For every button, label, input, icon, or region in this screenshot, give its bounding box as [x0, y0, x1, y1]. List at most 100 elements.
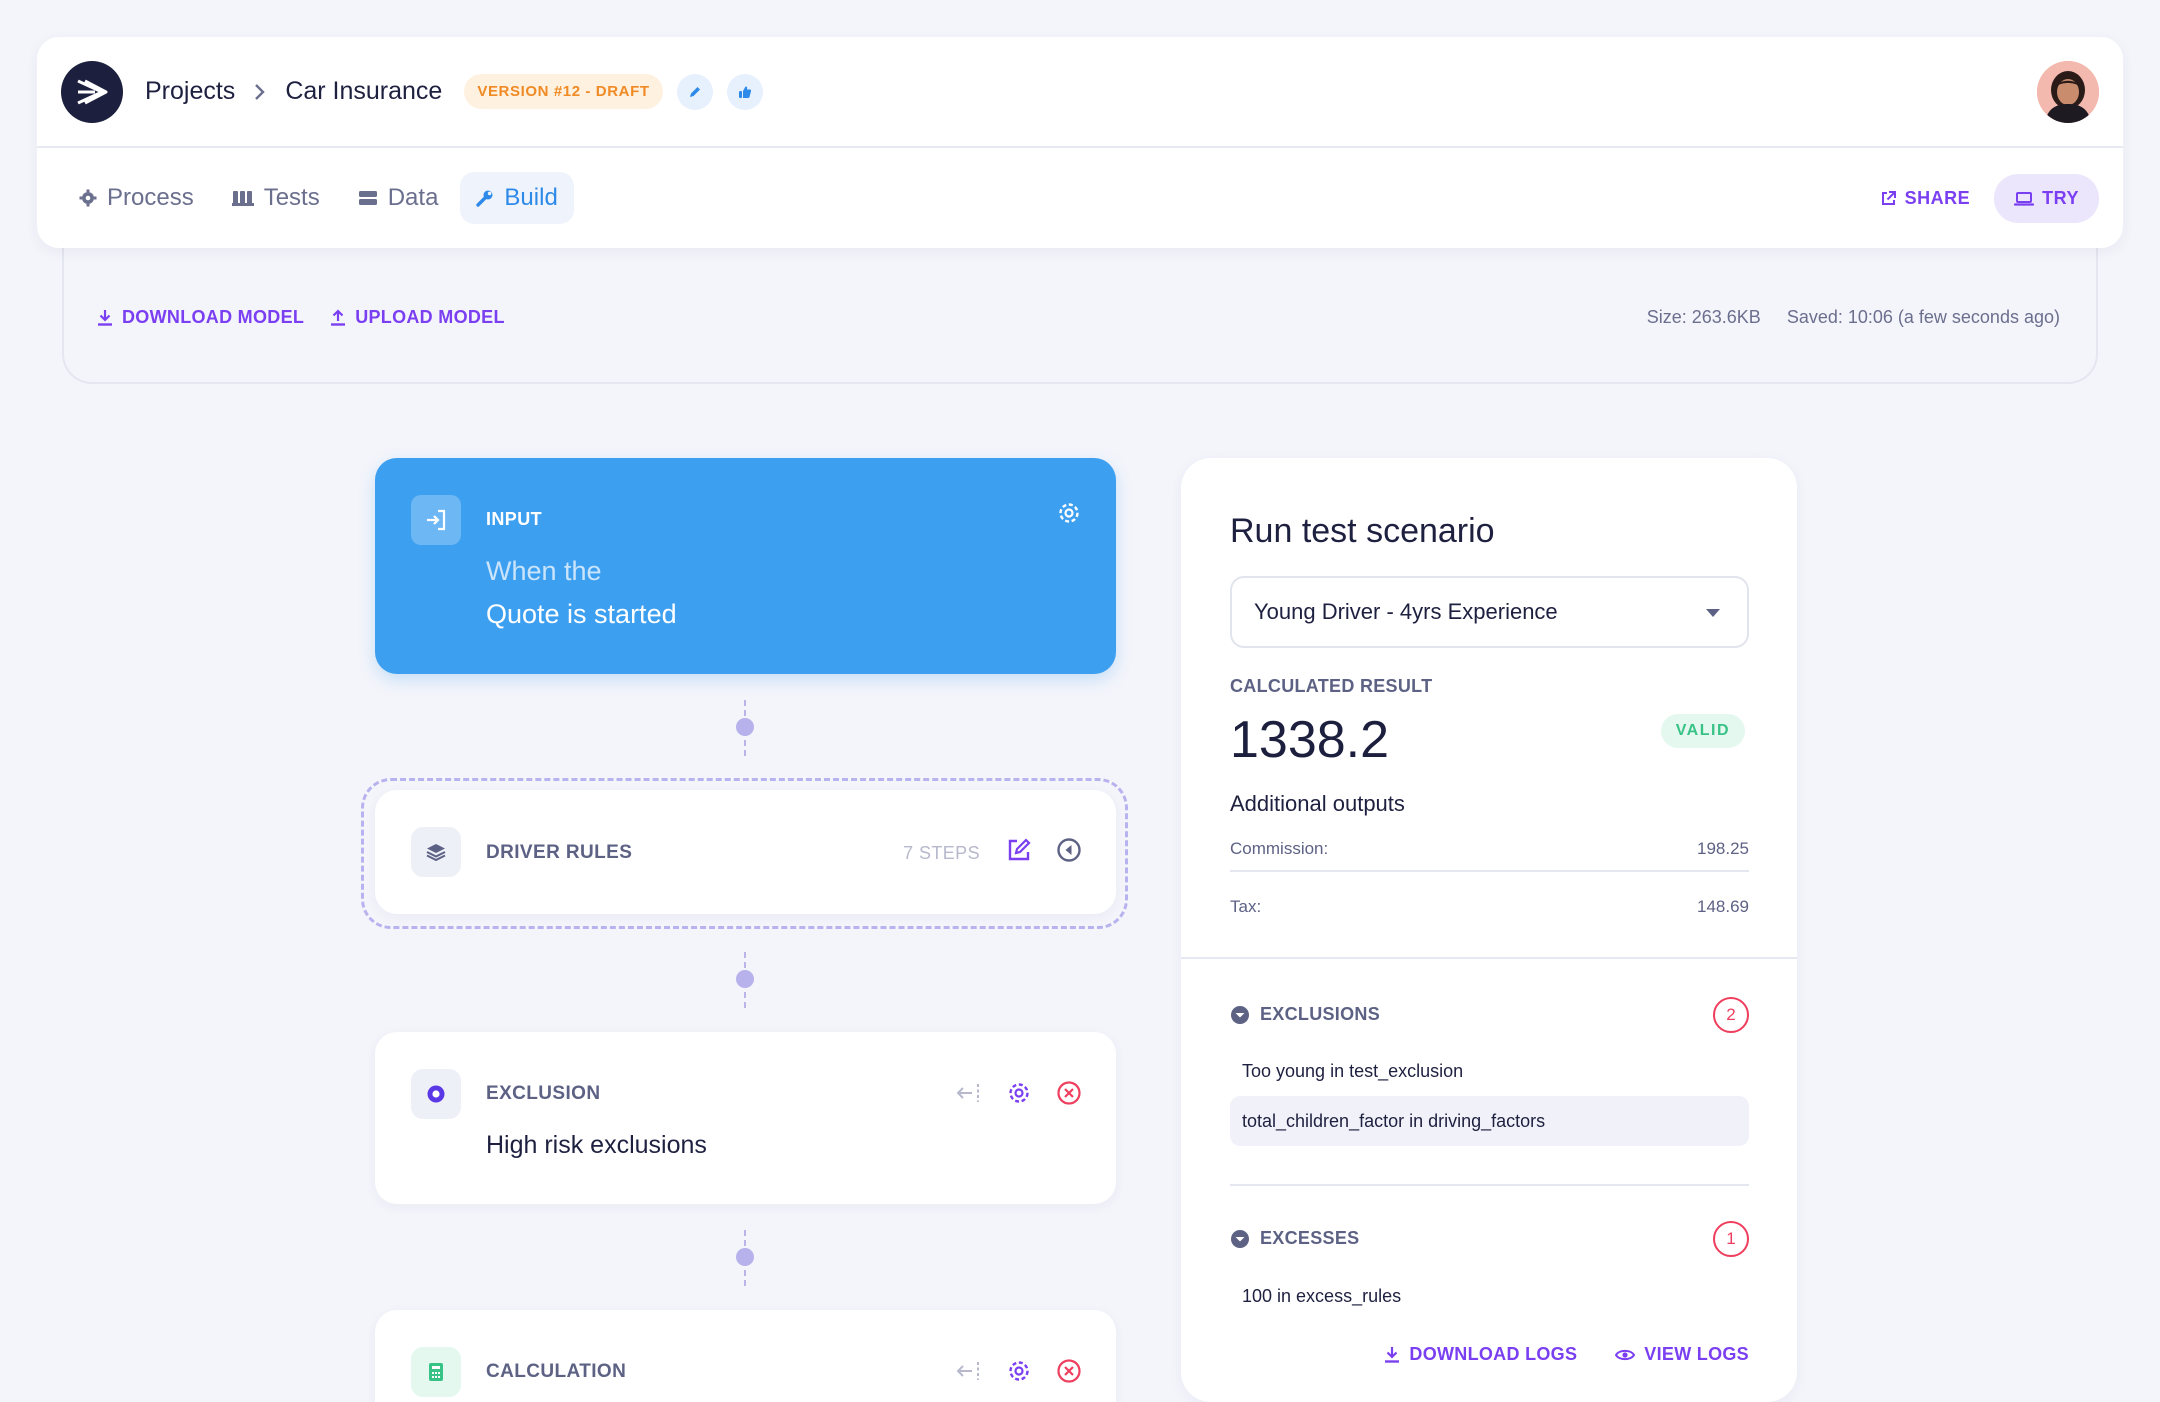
download-logs-button[interactable]: DOWNLOAD LOGS	[1384, 1344, 1577, 1365]
excesses-section-toggle[interactable]: EXCESSES	[1230, 1228, 1359, 1249]
status-badge: VALID	[1660, 714, 1745, 748]
external-link-icon	[1881, 191, 1896, 205]
try-button[interactable]: TRY	[1994, 174, 2099, 223]
input-settings-button[interactable]	[1056, 500, 1082, 531]
move-step-button[interactable]	[956, 1360, 982, 1382]
laptop-icon	[2014, 191, 2035, 206]
logs-actions: DOWNLOAD LOGS VIEW LOGS	[1384, 1344, 1749, 1365]
header-card: Projects Car Insurance VERSION #12 - DRA…	[37, 37, 2123, 248]
remove-calculation-button[interactable]	[1056, 1358, 1082, 1384]
excesses-label: EXCESSES	[1260, 1228, 1360, 1248]
version-badge: VERSION #12 - DRAFT	[464, 74, 663, 109]
arrow-left-bar-icon	[956, 1362, 979, 1380]
view-logs-button[interactable]: VIEW LOGS	[1615, 1344, 1749, 1365]
add-step-dot[interactable]	[736, 970, 754, 988]
upload-model-label: UPLOAD MODEL	[355, 307, 505, 327]
driver-rules-steps: 7 STEPS	[903, 843, 980, 863]
calculation-settings-button[interactable]	[1006, 1358, 1032, 1384]
circle-chevron-down-icon	[1231, 1005, 1249, 1024]
exclusion-item[interactable]: Too young in test_exclusion	[1230, 1046, 1749, 1096]
login-arrow-icon	[411, 495, 461, 545]
exclusions-section-toggle[interactable]: EXCLUSIONS	[1230, 1004, 1380, 1025]
record-icon	[411, 1069, 461, 1119]
move-step-button[interactable]	[956, 1082, 982, 1104]
app-logo[interactable]	[61, 60, 123, 123]
approve-version-button[interactable]	[726, 73, 763, 110]
circle-caret-left-icon	[1057, 838, 1081, 862]
thumbs-up-icon	[738, 86, 751, 98]
calculation-step-card[interactable]: CALCULATION	[375, 1310, 1116, 1402]
tab-tests-label: Tests	[263, 184, 320, 211]
header-top-bar: Projects Car Insurance VERSION #12 - DRA…	[37, 37, 2123, 148]
tab-data[interactable]: Data	[342, 172, 455, 224]
tab-data-label: Data	[387, 184, 439, 211]
download-icon	[1385, 1347, 1400, 1363]
output-label: Commission:	[1230, 839, 1329, 858]
remove-exclusion-button[interactable]	[1056, 1080, 1082, 1106]
gear-icon	[1059, 503, 1079, 523]
exclusions-label: EXCLUSIONS	[1260, 1004, 1381, 1024]
output-row-tax: Tax: 148.69	[1230, 885, 1749, 929]
flask-icon	[231, 191, 254, 206]
breadcrumb-projects[interactable]: Projects	[145, 77, 235, 106]
caret-down-icon	[1706, 609, 1720, 617]
section-divider	[1230, 1184, 1749, 1186]
upload-icon	[331, 309, 346, 326]
add-step-dot[interactable]	[736, 718, 754, 736]
edit-square-icon	[1008, 838, 1031, 861]
gear-icon	[79, 189, 97, 207]
add-step-dot[interactable]	[736, 1248, 754, 1266]
main-nav: Process Tests Data Build SHARE TRY	[37, 148, 2123, 248]
exclusion-settings-button[interactable]	[1006, 1080, 1032, 1106]
download-model-button[interactable]: DOWNLOAD MODEL	[97, 307, 304, 328]
input-step-trigger-prefix: When the	[486, 556, 602, 586]
model-size: Size: 263.6KB	[1646, 307, 1761, 327]
download-icon	[98, 310, 112, 326]
circle-chevron-down-icon	[1231, 1229, 1249, 1248]
upload-model-button[interactable]: UPLOAD MODEL	[330, 307, 505, 328]
tab-build[interactable]: Build	[460, 172, 574, 224]
input-step-trigger: Quote is started	[486, 599, 677, 629]
share-label: SHARE	[1904, 188, 1971, 208]
excesses-count-badge: 1	[1713, 1221, 1749, 1257]
calculation-step-label: CALCULATION	[486, 1361, 627, 1382]
eye-icon	[1615, 1349, 1636, 1360]
exclusion-step-label: EXCLUSION	[486, 1083, 601, 1104]
wrench-icon	[476, 190, 493, 207]
edit-version-button[interactable]	[676, 73, 713, 110]
user-avatar[interactable]	[2037, 61, 2099, 123]
share-button[interactable]: SHARE	[1880, 188, 1971, 209]
database-icon	[358, 191, 377, 205]
edit-group-button[interactable]	[1006, 837, 1032, 863]
gear-icon	[1009, 1361, 1029, 1381]
tab-process-label: Process	[107, 184, 194, 211]
view-logs-label: VIEW LOGS	[1644, 1344, 1749, 1364]
exclusion-step-card[interactable]: EXCLUSION High risk exclusions	[375, 1032, 1116, 1204]
scenario-select[interactable]: Young Driver - 4yrs Experience	[1230, 576, 1749, 648]
tab-build-label: Build	[504, 184, 558, 211]
excess-item[interactable]: 100 in excess_rules	[1230, 1271, 1749, 1321]
output-value: 198.25	[1697, 839, 1749, 858]
input-step-label: INPUT	[486, 509, 542, 529]
tab-tests[interactable]: Tests	[216, 172, 336, 224]
close-circle-icon	[1057, 1359, 1081, 1383]
driver-rules-label: DRIVER RULES	[486, 842, 633, 863]
layers-icon	[411, 827, 461, 877]
close-circle-icon	[1057, 1081, 1081, 1105]
panel-divider	[1181, 957, 1797, 959]
download-logs-label: DOWNLOAD LOGS	[1409, 1344, 1578, 1364]
arrow-left-bar-icon	[956, 1084, 979, 1102]
output-row-commission: Commission: 198.25	[1230, 828, 1749, 872]
output-label: Tax:	[1230, 897, 1262, 916]
avatar-portrait-icon	[2037, 61, 2099, 123]
output-value: 148.69	[1697, 897, 1749, 916]
flow-connector	[736, 952, 754, 1008]
logo-arrow-icon	[77, 79, 108, 104]
input-step-card[interactable]: INPUT When the Quote is started	[375, 458, 1116, 674]
model-meta: Size: 263.6KB Saved: 10:06 (a few second…	[1647, 307, 2060, 328]
download-model-label: DOWNLOAD MODEL	[122, 307, 305, 327]
tab-process[interactable]: Process	[63, 172, 210, 224]
exclusion-item[interactable]: total_children_factor in driving_factors	[1230, 1096, 1749, 1146]
driver-rules-card[interactable]: DRIVER RULES 7 STEPS	[375, 790, 1116, 914]
collapse-group-button[interactable]	[1056, 837, 1082, 863]
